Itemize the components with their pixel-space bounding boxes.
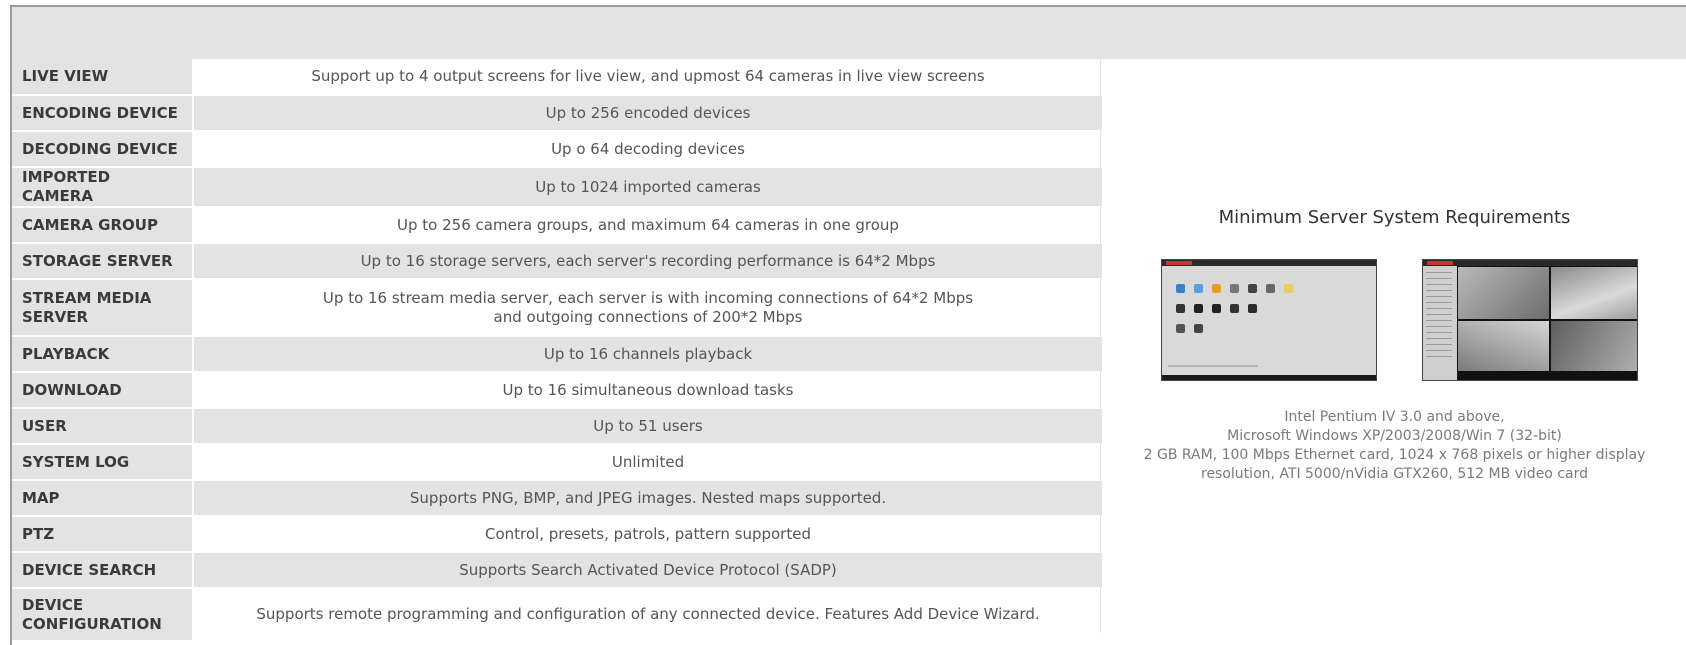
- specifications-table: LIVE VIEW Support up to 4 output screens…: [12, 59, 1102, 642]
- spec-label: CAMERA GROUP: [12, 207, 194, 244]
- spec-label: PTZ: [12, 516, 194, 553]
- spec-row-download: DOWNLOAD Up to 16 simultaneous download …: [12, 372, 1102, 409]
- device-icon: [1194, 324, 1203, 333]
- camera-icon: [1194, 284, 1203, 293]
- spec-value: Up to 1024 imported cameras: [193, 167, 1102, 208]
- device-icon: [1230, 304, 1239, 313]
- spec-value: Supports PNG, BMP, and JPEG images. Nest…: [193, 480, 1102, 517]
- spec-value: Supports Search Activated Device Protoco…: [193, 552, 1102, 589]
- spec-label: DEVICE SEARCH: [12, 552, 194, 589]
- requirements-line: 2 GB RAM, 100 Mbps Ethernet card, 1024 x…: [1143, 447, 1646, 463]
- spec-label: STORAGE SERVER: [12, 243, 194, 280]
- software-screenshot-liveview: [1422, 259, 1638, 381]
- camera-feed: [1550, 320, 1637, 373]
- spec-label: USER: [12, 408, 194, 445]
- device-icon: [1176, 324, 1185, 333]
- requirements-line: resolution, ATI 5000/nVidia GTX260, 512 …: [1201, 466, 1588, 482]
- spec-row-stream-media-server: STREAM MEDIA SERVER Up to 16 stream medi…: [12, 279, 1102, 337]
- spec-row-decoding-device: DECODING DEVICE Up o 64 decoding devices: [12, 131, 1102, 168]
- device-icons-panel: [1162, 266, 1376, 375]
- device-tree-panel: [1423, 266, 1457, 380]
- device-icon: [1176, 304, 1185, 313]
- spec-row-encoding-device: ENCODING DEVICE Up to 256 encoded device…: [12, 95, 1102, 132]
- spec-row-playback: PLAYBACK Up to 16 channels playback: [12, 336, 1102, 373]
- spec-label: DEVICE CONFIGURATION: [12, 588, 194, 642]
- camera-feed: [1457, 320, 1550, 373]
- spec-label: LIVE VIEW: [12, 59, 194, 96]
- camera-icon: [1230, 284, 1239, 293]
- spec-row-live-view: LIVE VIEW Support up to 4 output screens…: [12, 59, 1102, 96]
- spec-label: SYSTEM LOG: [12, 444, 194, 481]
- spec-label: PLAYBACK: [12, 336, 194, 373]
- device-icon: [1248, 304, 1257, 313]
- camera-icon: [1176, 284, 1185, 293]
- spec-row-ptz: PTZ Control, presets, patrols, pattern s…: [12, 516, 1102, 553]
- spec-value: Control, presets, patrols, pattern suppo…: [193, 516, 1102, 553]
- spec-label: DECODING DEVICE: [12, 131, 194, 168]
- spec-row-map: MAP Supports PNG, BMP, and JPEG images. …: [12, 480, 1102, 517]
- spec-row-system-log: SYSTEM LOG Unlimited: [12, 444, 1102, 481]
- camera-icon: [1248, 284, 1257, 293]
- device-icon: [1194, 304, 1203, 313]
- device-icon: [1212, 304, 1221, 313]
- requirements-line: Intel Pentium IV 3.0 and above,: [1284, 409, 1505, 425]
- requirements-description: Intel Pentium IV 3.0 and above, Microsof…: [1103, 408, 1686, 484]
- spec-label: IMPORTED CAMERA: [12, 167, 194, 208]
- spec-label: ENCODING DEVICE: [12, 95, 194, 132]
- spec-value: Up to 51 users: [193, 408, 1102, 445]
- requirements-line: Microsoft Windows XP/2003/2008/Win 7 (32…: [1227, 428, 1562, 444]
- playback-controls: [1457, 371, 1637, 380]
- spec-value: Support up to 4 output screens for live …: [193, 59, 1102, 96]
- camera-feed: [1457, 266, 1550, 320]
- spec-value: Up to 16 simultaneous download tasks: [193, 372, 1102, 409]
- spec-value-line: and outgoing connections of 200*2 Mbps: [493, 307, 803, 326]
- spec-value: Up to 16 storage servers, each server's …: [193, 243, 1102, 280]
- spec-row-imported-camera: IMPORTED CAMERA Up to 1024 imported came…: [12, 167, 1102, 208]
- spec-value: Up to 16 stream media server, each serve…: [193, 279, 1102, 337]
- spec-value: Up o 64 decoding devices: [193, 131, 1102, 168]
- spec-value: Up to 256 encoded devices: [193, 95, 1102, 132]
- camera-icon: [1266, 284, 1275, 293]
- status-bar: [1168, 365, 1258, 367]
- spec-row-user: USER Up to 51 users: [12, 408, 1102, 445]
- header-band: [12, 7, 1686, 59]
- spec-value: Up to 256 camera groups, and maximum 64 …: [193, 207, 1102, 244]
- spec-row-device-configuration: DEVICE CONFIGURATION Supports remote pro…: [12, 588, 1102, 642]
- requirements-title: Minimum Server System Requirements: [1218, 207, 1571, 228]
- spec-label: DOWNLOAD: [12, 372, 194, 409]
- camera-icon: [1212, 284, 1221, 293]
- spec-value: Supports remote programming and configur…: [193, 588, 1102, 642]
- spec-row-camera-group: CAMERA GROUP Up to 256 camera groups, an…: [12, 207, 1102, 244]
- camera-feed: [1550, 266, 1637, 320]
- spec-row-storage-server: STORAGE SERVER Up to 16 storage servers,…: [12, 243, 1102, 280]
- spec-value: Up to 16 channels playback: [193, 336, 1102, 373]
- software-screenshot-devices: [1161, 259, 1377, 381]
- spec-value-line: Up to 16 stream media server, each serve…: [322, 288, 974, 307]
- camera-icon: [1284, 284, 1293, 293]
- spec-label: MAP: [12, 480, 194, 517]
- spec-value: Unlimited: [193, 444, 1102, 481]
- spec-row-device-search: DEVICE SEARCH Supports Search Activated …: [12, 552, 1102, 589]
- spec-label: STREAM MEDIA SERVER: [12, 279, 194, 337]
- column-divider: [1100, 59, 1101, 633]
